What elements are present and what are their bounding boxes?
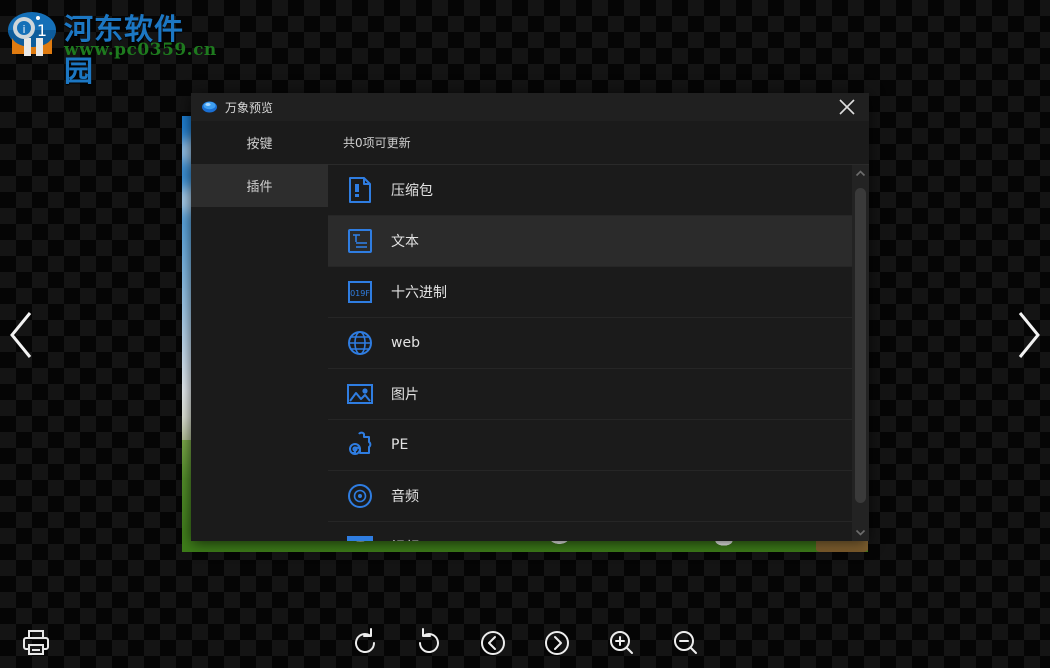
plugin-label: 图片 — [391, 384, 419, 404]
plugin-label: 十六进制 — [391, 282, 447, 302]
next-image-button[interactable] — [539, 625, 575, 661]
previous-image-button[interactable] — [475, 625, 511, 661]
circle-chevron-left-icon — [475, 625, 511, 661]
watermark-url: www.pc0359.cn — [64, 40, 217, 60]
video-window-icon — [345, 532, 375, 541]
svg-text:i: i — [22, 23, 25, 36]
chevron-down-icon — [855, 528, 866, 537]
plugin-label: 音频 — [391, 486, 419, 506]
watermark: i 1 河东软件园 www.pc0359.cn — [6, 4, 206, 66]
plugin-label: PE — [391, 437, 408, 453]
update-status-bar: 共0项可更新 — [328, 121, 869, 164]
scroll-down-button[interactable] — [852, 524, 869, 541]
plugin-row-video[interactable]: 视频 — [328, 522, 852, 541]
scroll-up-button[interactable] — [852, 165, 869, 182]
rotate-left-icon — [347, 625, 383, 661]
image-tools-group — [0, 624, 1050, 662]
chevron-up-icon — [855, 169, 866, 178]
plugin-list-wrapper: 压缩包 文本 — [328, 164, 869, 541]
wanxiang-preview-dialog: 万象预览 按键 插件 共0项可更新 — [191, 93, 869, 541]
svg-text:019F: 019F — [350, 289, 370, 298]
blue-sphere-icon — [201, 99, 218, 116]
magnifier-plus-icon — [603, 625, 639, 661]
rotate-left-button[interactable] — [347, 625, 383, 661]
close-icon — [838, 98, 856, 116]
plugin-label: 压缩包 — [391, 180, 433, 200]
svg-text:1: 1 — [37, 21, 47, 40]
plugin-row-text[interactable]: 文本 — [328, 216, 852, 267]
plugin-list: 压缩包 文本 — [328, 164, 852, 541]
disc-audio-icon — [345, 481, 375, 511]
sidebar-item-keys[interactable]: 按键 — [191, 121, 328, 164]
rotate-right-button[interactable] — [411, 625, 447, 661]
globe-icon — [345, 328, 375, 358]
plugin-row-web[interactable]: web — [328, 318, 852, 369]
sidebar-item-label: 按键 — [246, 133, 272, 152]
scrollbar-track[interactable] — [852, 182, 869, 524]
dialog-sidebar: 按键 插件 — [191, 121, 328, 541]
text-file-icon — [345, 226, 375, 256]
dialog-content: 共0项可更新 压缩包 — [328, 121, 869, 541]
zoom-in-button[interactable] — [603, 625, 639, 661]
plugin-list-scrollbar[interactable] — [852, 164, 869, 541]
rotate-right-icon — [411, 625, 447, 661]
magnifier-minus-icon — [667, 625, 703, 661]
update-status-text: 共0项可更新 — [343, 134, 411, 151]
dialog-titlebar[interactable]: 万象预览 — [191, 93, 869, 121]
puzzle-gear-icon — [345, 430, 375, 460]
picture-icon — [345, 379, 375, 409]
sidebar-item-label: 插件 — [246, 176, 272, 195]
plugin-row-picture[interactable]: 图片 — [328, 369, 852, 420]
plugin-row-pe[interactable]: PE — [328, 420, 852, 471]
dialog-title: 万象预览 — [225, 99, 273, 116]
archive-file-icon — [345, 175, 375, 205]
plugin-row-archive[interactable]: 压缩包 — [328, 165, 852, 216]
chevron-right-icon — [1008, 305, 1048, 365]
plugin-row-hex[interactable]: 019F 十六进制 — [328, 267, 852, 318]
zoom-out-button[interactable] — [667, 625, 703, 661]
hex-icon: 019F — [345, 277, 375, 307]
hedong-logo-icon: i 1 — [6, 8, 58, 60]
circle-chevron-right-icon — [539, 625, 575, 661]
plugin-label: 文本 — [391, 231, 419, 251]
next-image-arrow[interactable] — [1008, 305, 1048, 365]
bottom-toolbar — [0, 618, 1050, 668]
plugin-row-audio[interactable]: 音频 — [328, 471, 852, 522]
plugin-label: web — [391, 335, 420, 351]
scrollbar-thumb[interactable] — [855, 188, 866, 503]
close-button[interactable] — [825, 93, 869, 121]
chevron-left-icon — [2, 305, 42, 365]
previous-image-arrow[interactable] — [2, 305, 42, 365]
plugin-label: 视频 — [391, 537, 419, 541]
dialog-body: 按键 插件 共0项可更新 — [191, 121, 869, 541]
sidebar-item-plugins[interactable]: 插件 — [191, 164, 328, 207]
